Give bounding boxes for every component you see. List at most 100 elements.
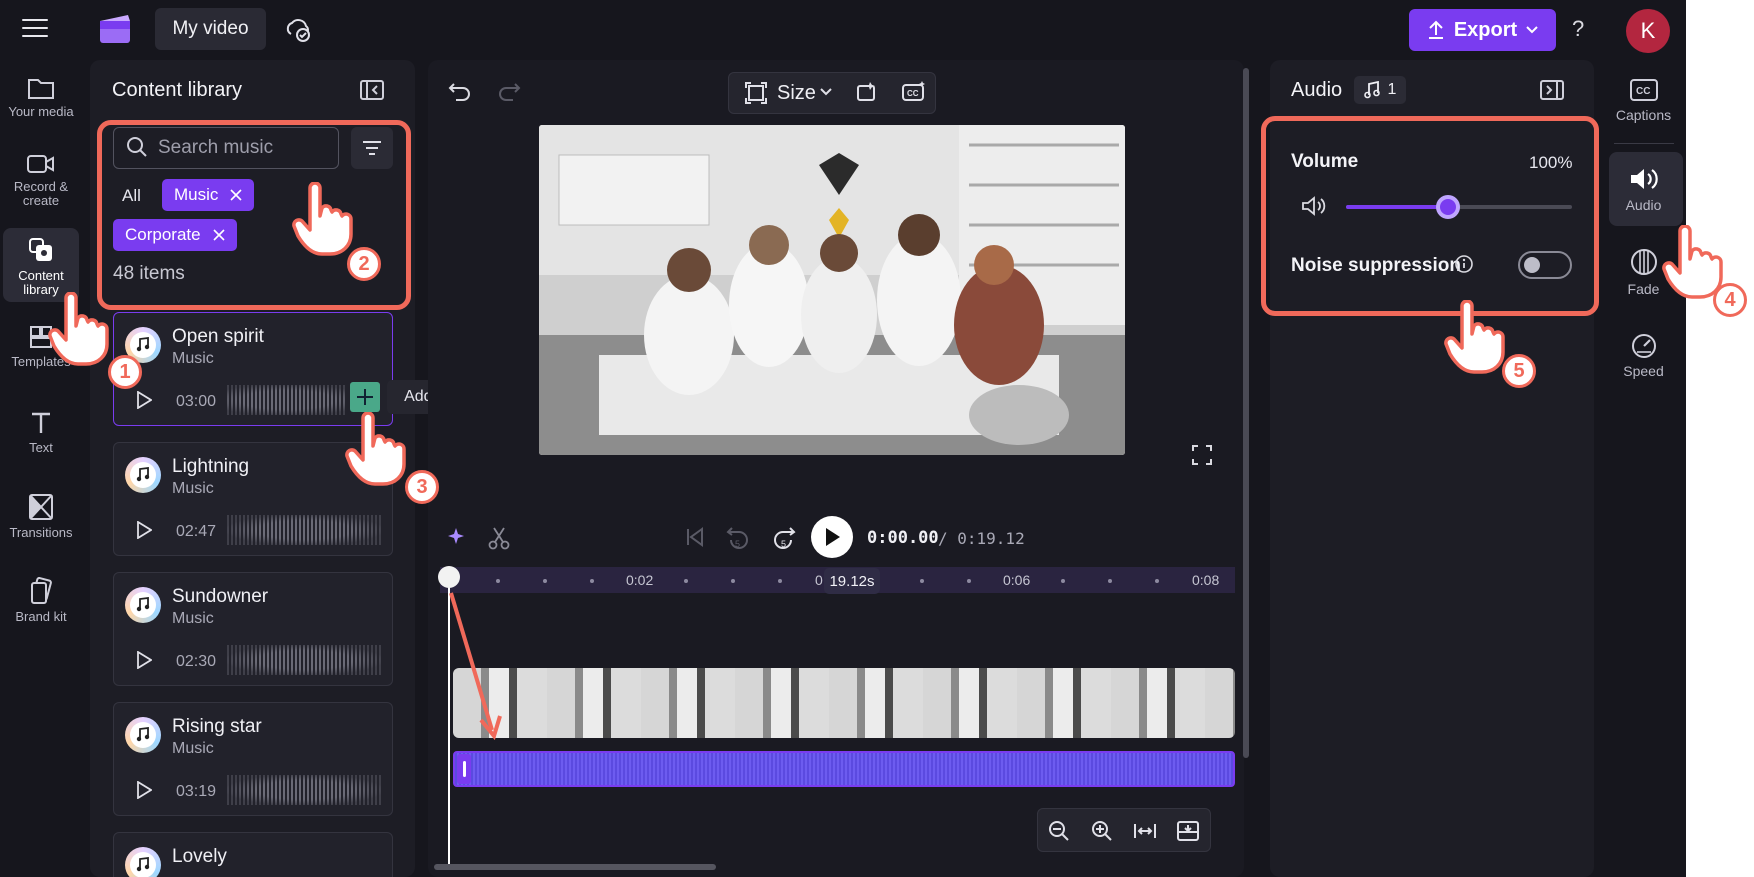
track-name: Lovely xyxy=(172,846,227,867)
magic-sparkle-icon[interactable] xyxy=(446,526,468,548)
horizontal-scrollbar[interactable] xyxy=(434,864,716,870)
folder-icon xyxy=(28,79,54,99)
chevron-down-icon xyxy=(820,88,832,96)
forward-5-icon[interactable]: 5 xyxy=(772,524,796,550)
pointer-hand-icon xyxy=(48,292,109,366)
step-badge-2: 2 xyxy=(347,247,381,281)
skip-seconds-label: 5 xyxy=(781,539,786,549)
rail-item-audio[interactable]: Audio xyxy=(1606,166,1681,213)
editor-app: My video Export ? K Your media Record & … xyxy=(0,0,1686,877)
library-title: Content library xyxy=(112,79,243,101)
rewind-5-icon[interactable]: 5 xyxy=(726,524,750,550)
size-button[interactable]: Size xyxy=(777,82,816,105)
svg-text:CC: CC xyxy=(1636,86,1650,97)
play-icon[interactable] xyxy=(136,391,152,409)
captions-icon: CC xyxy=(1629,79,1658,101)
chevron-down-icon xyxy=(1526,26,1538,34)
track-duration: 02:30 xyxy=(176,653,217,670)
waveform xyxy=(227,645,382,675)
track-name: Rising star xyxy=(172,716,262,737)
rail-label: Transitions xyxy=(9,525,73,540)
music-note-icon xyxy=(125,847,161,877)
ruler-dot xyxy=(1061,579,1065,583)
rail-label: Your media xyxy=(8,104,74,119)
step-badge-4: 4 xyxy=(1713,283,1747,317)
drag-arrow-annotation xyxy=(449,592,502,740)
pointer-hand-icon xyxy=(1662,225,1723,299)
hamburger-menu-icon[interactable] xyxy=(22,19,48,39)
track-genre: Music xyxy=(172,350,214,367)
divider xyxy=(1614,143,1674,144)
svg-text:CC: CC xyxy=(907,89,919,98)
rail-item-speed[interactable]: Speed xyxy=(1606,332,1681,379)
rail-label: Speed xyxy=(1623,363,1664,379)
camera-icon xyxy=(27,155,54,173)
background-remove-icon[interactable] xyxy=(856,80,880,102)
ruler-dot xyxy=(967,579,971,583)
export-label: Export xyxy=(1453,18,1518,41)
speedometer-icon xyxy=(1631,334,1656,358)
rail-label: Audio xyxy=(1625,197,1662,213)
track-name: Lightning xyxy=(172,456,250,477)
fit-timeline-icon[interactable] xyxy=(1133,822,1157,840)
expand-timeline-icon[interactable] xyxy=(1176,820,1200,842)
rail-item-transitions[interactable]: Transitions xyxy=(0,493,82,540)
step-badge-5: 5 xyxy=(1502,354,1536,388)
brand-kit-icon xyxy=(31,577,52,604)
play-button[interactable] xyxy=(811,516,853,558)
rail-item-captions[interactable]: CC Captions xyxy=(1606,78,1681,123)
play-icon[interactable] xyxy=(136,651,152,669)
step-badge-1: 1 xyxy=(108,355,142,389)
rail-label: Brand kit xyxy=(15,609,67,624)
ruler-dot xyxy=(920,579,924,583)
track-name: Sundowner xyxy=(172,586,269,607)
upload-icon xyxy=(1428,20,1443,39)
waveform xyxy=(227,385,347,415)
zoom-out-icon[interactable] xyxy=(1048,820,1070,842)
project-title[interactable]: My video xyxy=(155,8,266,50)
rail-item-text[interactable]: Text xyxy=(0,410,82,455)
rail-item-brand-kit[interactable]: Brand kit xyxy=(0,577,82,624)
ruler-dot xyxy=(1108,579,1112,583)
rail-label: Captions xyxy=(1615,107,1672,123)
audio-track[interactable] xyxy=(453,751,1235,787)
ruler-dot xyxy=(1155,579,1159,583)
track-card-rising-star[interactable]: Rising star Music 03:19 xyxy=(113,702,393,816)
track-card-lovely[interactable]: Lovely xyxy=(113,832,393,877)
current-time: 0:00.00 xyxy=(867,528,939,548)
add-to-timeline-button[interactable] xyxy=(350,382,380,412)
transitions-icon xyxy=(29,494,53,520)
export-button[interactable]: Export xyxy=(1409,9,1556,51)
auto-captions-icon[interactable]: CC xyxy=(901,80,927,102)
scissors-icon[interactable] xyxy=(488,526,510,550)
track-card-sundowner[interactable]: Sundowner Music 02:30 xyxy=(113,572,393,686)
pointer-hand-icon xyxy=(292,182,353,256)
redo-icon[interactable] xyxy=(497,80,521,102)
clipchamp-logo xyxy=(100,15,130,43)
rail-item-your-media[interactable]: Your media xyxy=(0,76,82,119)
collapse-panel-icon[interactable] xyxy=(360,80,384,100)
video-preview[interactable] xyxy=(539,125,1125,455)
zoom-in-icon[interactable] xyxy=(1091,820,1113,842)
help-button[interactable]: ? xyxy=(1572,16,1584,42)
audio-trim-handle[interactable] xyxy=(457,754,471,784)
rail-item-content-library[interactable]: Content library xyxy=(0,236,82,297)
collapse-panel-icon[interactable] xyxy=(1540,80,1564,100)
fullscreen-icon[interactable] xyxy=(1192,445,1212,465)
rail-item-record-create[interactable]: Record & create xyxy=(0,153,82,208)
play-icon[interactable] xyxy=(136,521,152,539)
pointer-hand-icon xyxy=(1444,300,1505,374)
undo-icon[interactable] xyxy=(448,80,472,102)
play-icon[interactable] xyxy=(136,781,152,799)
playhead-handle[interactable] xyxy=(438,566,460,588)
vertical-scrollbar[interactable] xyxy=(1243,68,1249,758)
play-icon xyxy=(826,528,840,546)
ruler-dot xyxy=(543,579,547,583)
skip-to-start-icon[interactable] xyxy=(685,527,705,547)
avatar[interactable]: K xyxy=(1626,9,1670,53)
track-genre: Music xyxy=(172,610,214,627)
cloud-saved-icon[interactable] xyxy=(284,16,312,42)
track-name: Open spirit xyxy=(172,326,264,347)
video-track[interactable] xyxy=(453,668,1235,738)
track-duration: 03:19 xyxy=(176,783,217,800)
